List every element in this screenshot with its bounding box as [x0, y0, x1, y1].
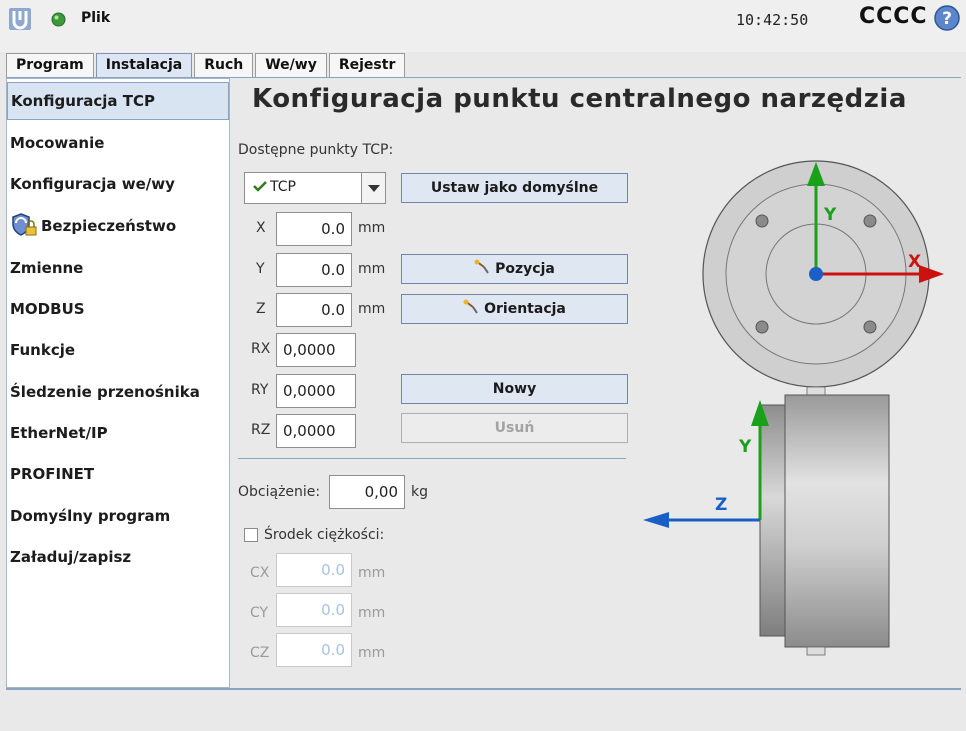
- sidebar: Konfiguracja TCP Mocowanie Konfiguracja …: [6, 78, 230, 688]
- flange-front-view: Y X: [702, 160, 944, 396]
- page-title: Konfiguracja punktu centralnego narzędzi…: [252, 84, 907, 114]
- axis-x-label: X: [908, 252, 921, 272]
- sidebar-item-ethernet-ip[interactable]: EtherNet/IP: [7, 414, 229, 452]
- file-menu[interactable]: Plik: [81, 10, 110, 26]
- sidebar-item-mounting[interactable]: Mocowanie: [7, 124, 229, 162]
- position-button[interactable]: Pozycja: [401, 254, 628, 284]
- sidebar-item-variables[interactable]: Zmienne: [7, 249, 229, 287]
- tcp-x-field[interactable]: 0.0: [276, 212, 352, 246]
- unit-label: mm: [358, 565, 386, 581]
- tool-flange-diagram: Y X Y Z: [643, 160, 944, 656]
- tab-installation[interactable]: Instalacja: [95, 53, 193, 78]
- sidebar-item-safety[interactable]: Bezpieczeństwo: [7, 207, 229, 245]
- sidebar-item-io-config[interactable]: Konfiguracja we/wy: [7, 165, 229, 203]
- tab-move[interactable]: Ruch: [194, 53, 254, 77]
- sidebar-item-label: Zmienne: [10, 259, 84, 277]
- sidebar-item-label: Funkcje: [10, 341, 76, 359]
- tab-program[interactable]: Program: [6, 53, 94, 77]
- coord-label-x: X: [256, 220, 266, 236]
- tcp-z-field[interactable]: 0.0: [276, 293, 352, 327]
- coord-label-rz: RZ: [251, 422, 271, 438]
- orientation-button[interactable]: Orientacja: [401, 294, 628, 324]
- unit-label: mm: [358, 605, 386, 621]
- tab-io[interactable]: We/wy: [255, 53, 327, 77]
- tcp-config-panel: Konfiguracja punktu centralnego narzędzi…: [230, 78, 961, 688]
- robot-name: CCCC: [859, 4, 928, 29]
- tcp-select-value: TCP: [253, 179, 296, 195]
- checkmark-icon: [253, 181, 267, 192]
- unit-label: mm: [358, 645, 386, 661]
- unit-label: mm: [358, 301, 386, 317]
- safety-shield-lock-icon: [12, 213, 37, 236]
- sidebar-item-profinet[interactable]: PROFINET: [7, 455, 229, 493]
- delete-tcp-button[interactable]: Usuń: [401, 413, 628, 443]
- coord-label-z: Z: [256, 301, 266, 317]
- sidebar-item-label: Konfiguracja TCP: [11, 92, 156, 110]
- wand-icon: [463, 299, 478, 314]
- center-of-gravity-checkbox[interactable]: [244, 528, 258, 542]
- help-icon[interactable]: ?: [933, 4, 961, 32]
- new-tcp-button[interactable]: Nowy: [401, 374, 628, 404]
- main-tabs: Program Instalacja Ruch We/wy Rejestr: [6, 53, 407, 78]
- sidebar-item-label: Domyślny program: [10, 507, 171, 525]
- chevron-down-icon[interactable]: [361, 173, 385, 203]
- ur-logo-icon: [9, 8, 31, 30]
- axis-y-side-label: Y: [738, 437, 752, 457]
- payload-field[interactable]: 0,00: [329, 475, 405, 509]
- sidebar-item-load-save[interactable]: Załaduj/zapisz: [7, 538, 229, 576]
- sidebar-item-conveyor-tracking[interactable]: Śledzenie przenośnika: [7, 373, 229, 411]
- cog-z-field[interactable]: 0.0: [276, 633, 352, 667]
- tcp-ry-field[interactable]: 0,0000: [276, 374, 356, 408]
- top-bar: Plik 10:42:50 CCCC ?: [0, 0, 966, 52]
- cog-label-cy: CY: [250, 605, 269, 621]
- coord-label-y: Y: [256, 261, 265, 277]
- sidebar-item-features[interactable]: Funkcje: [7, 331, 229, 369]
- tcp-select[interactable]: TCP: [244, 172, 386, 204]
- svg-text:?: ?: [942, 9, 952, 29]
- axis-z-label: Z: [715, 495, 727, 515]
- sidebar-item-tcp-config[interactable]: Konfiguracja TCP: [7, 82, 229, 120]
- set-default-button[interactable]: Ustaw jako domyślne: [401, 173, 628, 203]
- section-divider: [238, 458, 626, 459]
- unit-label: mm: [358, 261, 386, 277]
- robot-status-icon[interactable]: [51, 12, 66, 27]
- tab-log[interactable]: Rejestr: [328, 53, 406, 77]
- payload-label: Obciążenie:: [238, 484, 321, 500]
- tcp-y-field[interactable]: 0.0: [276, 253, 352, 287]
- wand-icon: [474, 259, 489, 274]
- bottom-border: [6, 688, 961, 690]
- cog-label-cx: CX: [250, 565, 270, 581]
- sidebar-item-label: Bezpieczeństwo: [41, 217, 177, 235]
- sidebar-item-label: Mocowanie: [10, 134, 105, 152]
- sidebar-item-modbus[interactable]: MODBUS: [7, 290, 229, 328]
- tcp-rz-field[interactable]: 0,0000: [276, 414, 356, 448]
- sidebar-item-default-program[interactable]: Domyślny program: [7, 497, 229, 535]
- orientation-button-label: Orientacja: [484, 301, 566, 317]
- sidebar-item-label: MODBUS: [10, 300, 85, 318]
- tcp-rx-field[interactable]: 0,0000: [276, 333, 356, 367]
- sidebar-item-label: Śledzenie przenośnika: [10, 383, 200, 401]
- cog-x-field[interactable]: 0.0: [276, 553, 352, 587]
- unit-label: mm: [358, 220, 386, 236]
- sidebar-item-label: Konfiguracja we/wy: [10, 175, 175, 193]
- sidebar-item-label: Załaduj/zapisz: [10, 548, 132, 566]
- axis-y-front-label: Y: [823, 205, 837, 225]
- cog-y-field[interactable]: 0.0: [276, 593, 352, 627]
- sidebar-item-label: EtherNet/IP: [10, 424, 108, 442]
- flange-side-view: Y Z: [643, 394, 890, 656]
- available-tcp-label: Dostępne punkty TCP:: [238, 142, 394, 158]
- sidebar-item-label: PROFINET: [10, 465, 95, 483]
- coord-label-ry: RY: [251, 382, 269, 398]
- clock: 10:42:50: [736, 11, 809, 29]
- tcp-select-text: TCP: [270, 179, 296, 195]
- unit-label-kg: kg: [411, 484, 428, 500]
- coord-label-rx: RX: [251, 341, 271, 357]
- cog-label-cz: CZ: [250, 645, 270, 661]
- position-button-label: Pozycja: [495, 261, 555, 277]
- center-of-gravity-label: Środek ciężkości:: [264, 527, 385, 543]
